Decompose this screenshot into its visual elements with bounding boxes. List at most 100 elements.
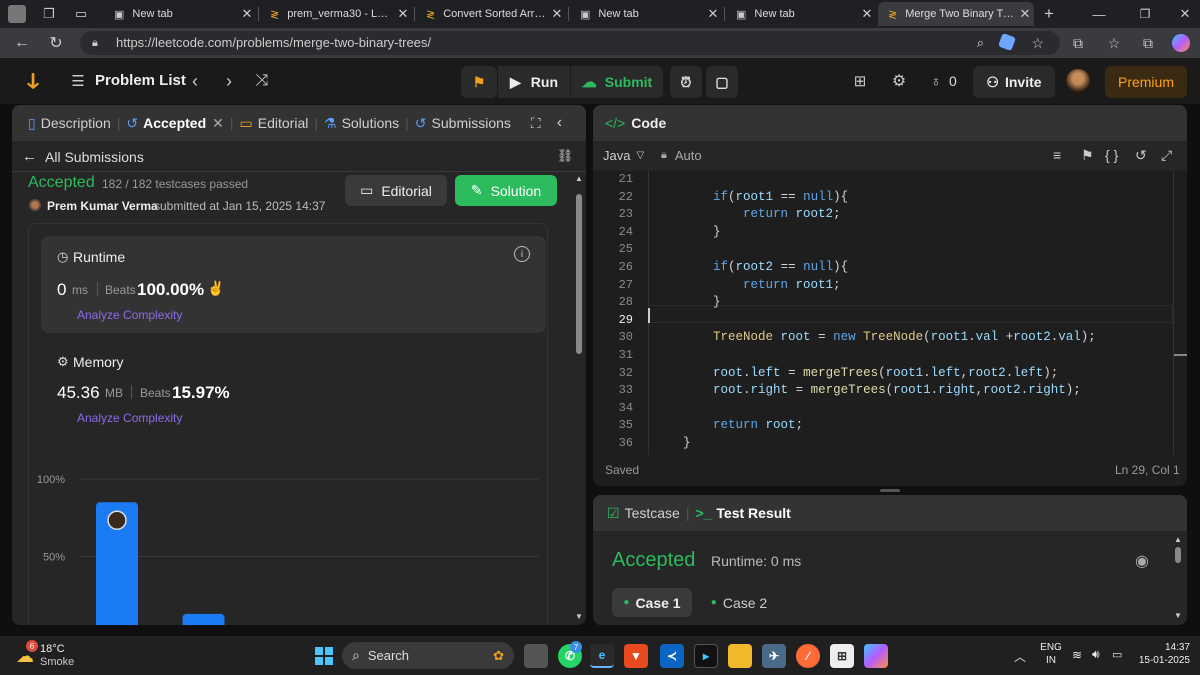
url-field[interactable]: 🔒︎ https://leetcode.com/problems/merge-t… — [80, 31, 1060, 55]
start-icon[interactable] — [312, 644, 336, 668]
edge-icon[interactable]: e — [590, 644, 614, 668]
panel-resize-handle[interactable] — [880, 489, 900, 492]
distribution-bar[interactable] — [182, 613, 225, 625]
reset-icon[interactable]: ↺ — [1135, 147, 1147, 164]
tab-editorial[interactable]: ▭ Editorial — [234, 115, 315, 132]
collections-icon[interactable]: ⧉ — [1138, 33, 1158, 53]
editor-scrollbar[interactable] — [1173, 171, 1187, 455]
minimize-icon[interactable]: — — [1090, 4, 1108, 24]
browser-tab-active[interactable]: ≷ Merge Two Binary Trees - ✕ — [878, 2, 1034, 26]
browser-tab[interactable]: ≷ Convert Sorted Array to B ✕ — [416, 2, 566, 26]
postman-icon[interactable]: ⁄ — [796, 644, 820, 668]
eye-icon[interactable]: ◉ — [1135, 551, 1149, 571]
refresh-icon[interactable]: ↻ — [46, 33, 66, 53]
browser-tab[interactable]: ▣ New tab ✕ — [104, 2, 256, 26]
settings-icon[interactable]: ⚙ — [889, 71, 909, 91]
runtime-card[interactable]: ◷ Runtime i 0 ms Beats 100.00% ✌ Analyze… — [41, 236, 546, 333]
analyze-complexity-link[interactable]: Analyze Complexity — [77, 308, 182, 322]
store-icon[interactable]: ⊞ — [830, 644, 854, 668]
taskbar-search[interactable]: ⌕ Search ✿ — [342, 642, 514, 669]
weather-widget[interactable]: ☁ 6 18°C Smoke — [14, 640, 94, 670]
browser-tab[interactable]: ≷ prem_verma30 - LeetCode ✕ — [260, 2, 412, 26]
browser-tab[interactable]: ▣ New tab ✕ — [570, 2, 722, 26]
result-scrollbar[interactable]: ▲ ▼ — [1173, 535, 1183, 623]
user-avatar[interactable] — [1066, 69, 1090, 93]
scrollbar-track[interactable]: ▲ ▼ — [574, 172, 584, 625]
tab-submissions[interactable]: ↺ Submissions — [409, 115, 517, 132]
editorial-button[interactable]: ▭ Editorial — [345, 175, 447, 206]
extensions-icon[interactable]: ⧉ — [1068, 33, 1088, 53]
tab-accepted[interactable]: ↺ Accepted ✕ — [120, 115, 230, 132]
tab-solutions[interactable]: ⚗ Solutions — [318, 115, 405, 132]
restore-icon[interactable]: ❐ — [1136, 4, 1154, 24]
maximize-icon[interactable]: ⛶ — [531, 115, 541, 132]
submitter-name[interactable]: Prem Kumar Verma — [47, 199, 158, 213]
close-tab-icon[interactable]: ✕ — [704, 6, 722, 22]
language-select[interactable]: Java ▽ — [603, 148, 644, 163]
collapse-icon[interactable]: ‹ — [557, 114, 562, 132]
tab-description[interactable]: ▯ Description — [22, 115, 117, 132]
tray-chevron-up-icon[interactable]: ︿ — [1014, 648, 1026, 665]
run-button[interactable]: ▶ Run — [498, 66, 570, 98]
case-2-button[interactable]: ● Case 2 — [704, 588, 774, 617]
scroll-down-icon[interactable]: ▼ — [575, 612, 583, 621]
analyze-complexity-link[interactable]: Analyze Complexity — [77, 411, 182, 425]
shuffle-icon[interactable]: ⤨ — [252, 70, 272, 92]
favorite-icon[interactable]: ☆ — [1031, 31, 1044, 55]
debug-button[interactable]: ⚑ — [461, 66, 497, 98]
streak-fire-icon[interactable]: ♁ — [928, 71, 944, 91]
scrollbar-thumb[interactable] — [576, 194, 582, 354]
zoom-icon[interactable]: ⌕ — [977, 31, 984, 55]
scroll-up-icon[interactable]: ▲ — [575, 174, 583, 183]
tab-test-result[interactable]: >_ Test Result — [689, 505, 796, 521]
submit-button[interactable]: ☁ Submit — [571, 66, 663, 98]
auto-mode[interactable]: 🔒︎ Auto — [661, 148, 702, 163]
link-icon[interactable]: ⛓ — [556, 147, 574, 165]
solution-button[interactable]: ✎ Solution — [455, 175, 557, 206]
close-tab-icon[interactable]: ✕ — [548, 6, 566, 22]
premium-button[interactable]: Premium — [1105, 66, 1187, 98]
back-to-submissions[interactable]: ← All Submissions — [22, 148, 144, 165]
close-tab-icon[interactable]: ✕ — [394, 6, 412, 22]
browser-tab[interactable]: ▣ New tab ✕ — [726, 2, 876, 26]
problem-list-link[interactable]: Problem List — [95, 72, 186, 89]
memory-card[interactable]: ⚙ Memory 45.36 MB Beats 15.97% Analyze C… — [41, 345, 546, 435]
case-1-button[interactable]: ● Case 1 — [612, 588, 692, 617]
info-icon[interactable]: i — [514, 246, 530, 262]
bookmark-icon[interactable]: ⚑ — [1081, 147, 1094, 164]
close-tab-icon[interactable]: ✕ — [238, 6, 256, 22]
tab-testcase[interactable]: ☑ Testcase — [601, 505, 686, 522]
photos-icon[interactable]: ✈ — [762, 644, 786, 668]
vertical-tabs-icon[interactable]: ▭ — [72, 5, 90, 23]
workspaces-icon[interactable]: ❐ — [40, 5, 58, 23]
wifi-icon[interactable]: ≋ — [1072, 648, 1082, 662]
back-icon[interactable]: ← — [12, 33, 32, 53]
copilot-icon[interactable] — [1172, 34, 1190, 52]
vscode-icon[interactable]: ≺ — [660, 644, 684, 668]
expand-icon[interactable]: ⤢ — [1161, 147, 1172, 164]
volume-icon[interactable]: 🔊︎ — [1092, 647, 1100, 662]
file-explorer-icon[interactable] — [728, 644, 752, 668]
language-indicator[interactable]: ENG IN — [1040, 642, 1062, 666]
terminal-app-icon[interactable]: ▸ — [694, 644, 718, 668]
extension-icon[interactable] — [998, 33, 1016, 51]
braces-icon[interactable]: { } — [1105, 147, 1118, 163]
clock[interactable]: 14:37 15-01-2025 — [1130, 642, 1190, 666]
leetcode-logo-icon[interactable]: ↆ — [22, 68, 44, 94]
copilot-app-icon[interactable] — [864, 644, 888, 668]
close-tab-icon[interactable]: ✕ — [858, 6, 876, 22]
battery-icon[interactable]: ▭ — [1112, 648, 1122, 661]
close-window-icon[interactable]: ✕ — [1176, 4, 1194, 24]
close-tab-icon[interactable]: ✕ — [212, 115, 224, 132]
code-editor[interactable]: 21 22 if(root1 == null){23 return root2; 2… — [593, 171, 1187, 455]
notes-button[interactable]: ▢ — [706, 66, 738, 98]
timer-button[interactable]: ⏰︎ — [670, 66, 702, 98]
problem-list-icon[interactable]: ☰ — [68, 71, 88, 91]
brave-icon[interactable]: ▼ — [624, 644, 648, 668]
next-problem-icon[interactable]: › — [220, 70, 238, 92]
prev-problem-icon[interactable]: ‹ — [186, 70, 204, 92]
favorites-list-icon[interactable]: ☆ — [1104, 33, 1124, 53]
layout-icon[interactable]: ⊞ — [850, 71, 870, 91]
task-view-icon[interactable] — [524, 644, 548, 668]
new-tab-icon[interactable]: + — [1040, 4, 1058, 24]
